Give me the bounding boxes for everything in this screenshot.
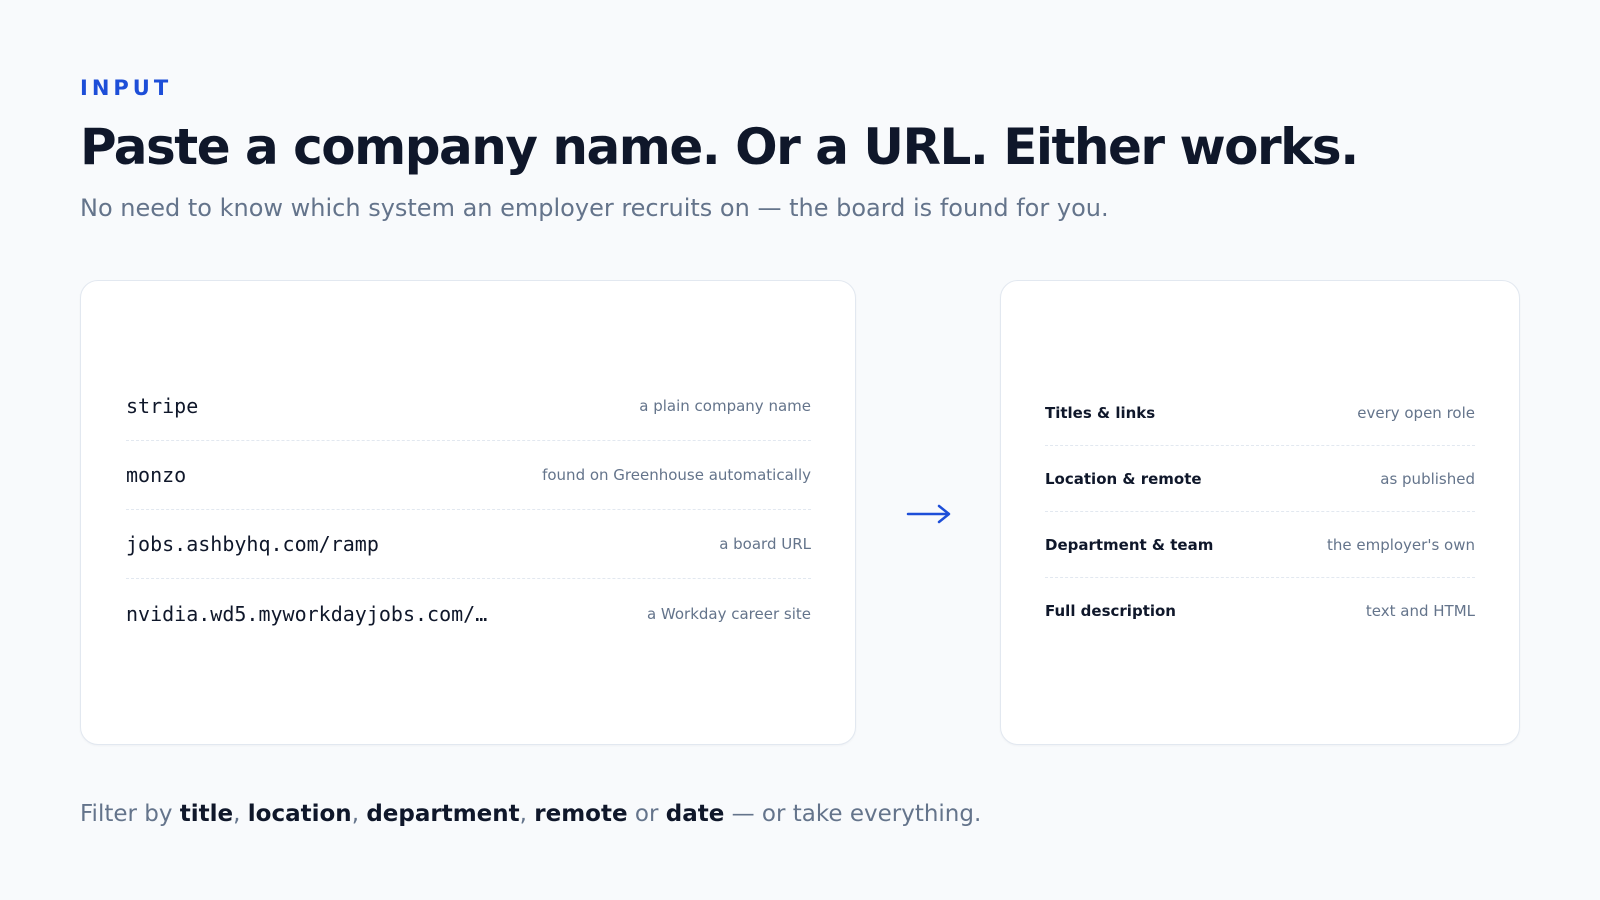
filter-suffix: — or take everything. <box>724 801 982 827</box>
filter-separator: , <box>519 801 535 827</box>
filter-location: location <box>247 801 352 827</box>
filter-prefix: Filter by <box>80 801 180 827</box>
output-fields-list: Titles & links every open role Location … <box>1045 380 1475 644</box>
output-field-name: Department & team <box>1045 535 1214 554</box>
input-example-note: a Workday career site <box>646 604 811 623</box>
input-example-value: monzo <box>126 463 187 487</box>
input-example-value: jobs.ashbyhq.com/ramp <box>126 532 379 556</box>
filter-separator: , <box>351 801 367 827</box>
arrow-right-icon <box>906 504 951 524</box>
output-field-row: Location & remote as published <box>1045 446 1475 512</box>
filter-remote: remote <box>534 801 628 827</box>
input-example-note: found on Greenhouse automatically <box>542 466 811 484</box>
output-field-note: every open role <box>1357 403 1475 422</box>
output-field-name: Titles & links <box>1045 403 1156 422</box>
filter-summary: Filter by title, location, department, r… <box>80 798 981 830</box>
output-field-name: Location & remote <box>1045 469 1202 488</box>
section-eyebrow: INPUT <box>80 76 173 100</box>
output-field-note: as published <box>1380 469 1475 488</box>
filter-separator: , <box>233 801 248 827</box>
output-field-note: the employer's own <box>1326 535 1475 554</box>
input-example-note: a board URL <box>719 535 811 553</box>
input-example-row: jobs.ashbyhq.com/ramp a board URL <box>126 510 811 579</box>
output-field-row: Department & team the employer's own <box>1045 512 1475 578</box>
output-field-row: Titles & links every open role <box>1045 380 1475 446</box>
input-examples-list: stripe a plain company name monzo found … <box>126 372 811 648</box>
page-title: Paste a company name. Or a URL. Either w… <box>80 118 1359 176</box>
page: INPUT Paste a company name. Or a URL. Ei… <box>0 0 1600 900</box>
output-field-note: text and HTML <box>1365 602 1475 620</box>
output-field-name: Full description <box>1045 602 1176 620</box>
input-example-row: nvidia.wd5.myworkdayjobs.com/… a Workday… <box>126 579 811 648</box>
input-examples-card: stripe a plain company name monzo found … <box>80 280 856 745</box>
input-example-row: stripe a plain company name <box>126 372 811 441</box>
filter-department: department <box>366 801 520 827</box>
input-example-value: nvidia.wd5.myworkdayjobs.com/… <box>126 601 488 626</box>
output-field-row: Full description text and HTML <box>1045 578 1475 644</box>
input-example-value: stripe <box>126 394 199 418</box>
input-example-row: monzo found on Greenhouse automatically <box>126 441 811 510</box>
page-subtitle: No need to know which system an employer… <box>80 194 1109 222</box>
filter-or: or <box>627 801 666 827</box>
output-fields-card: Titles & links every open role Location … <box>1000 280 1520 745</box>
input-example-note: a plain company name <box>639 397 811 415</box>
filter-date: date <box>665 801 725 827</box>
filter-title: title <box>179 801 234 827</box>
